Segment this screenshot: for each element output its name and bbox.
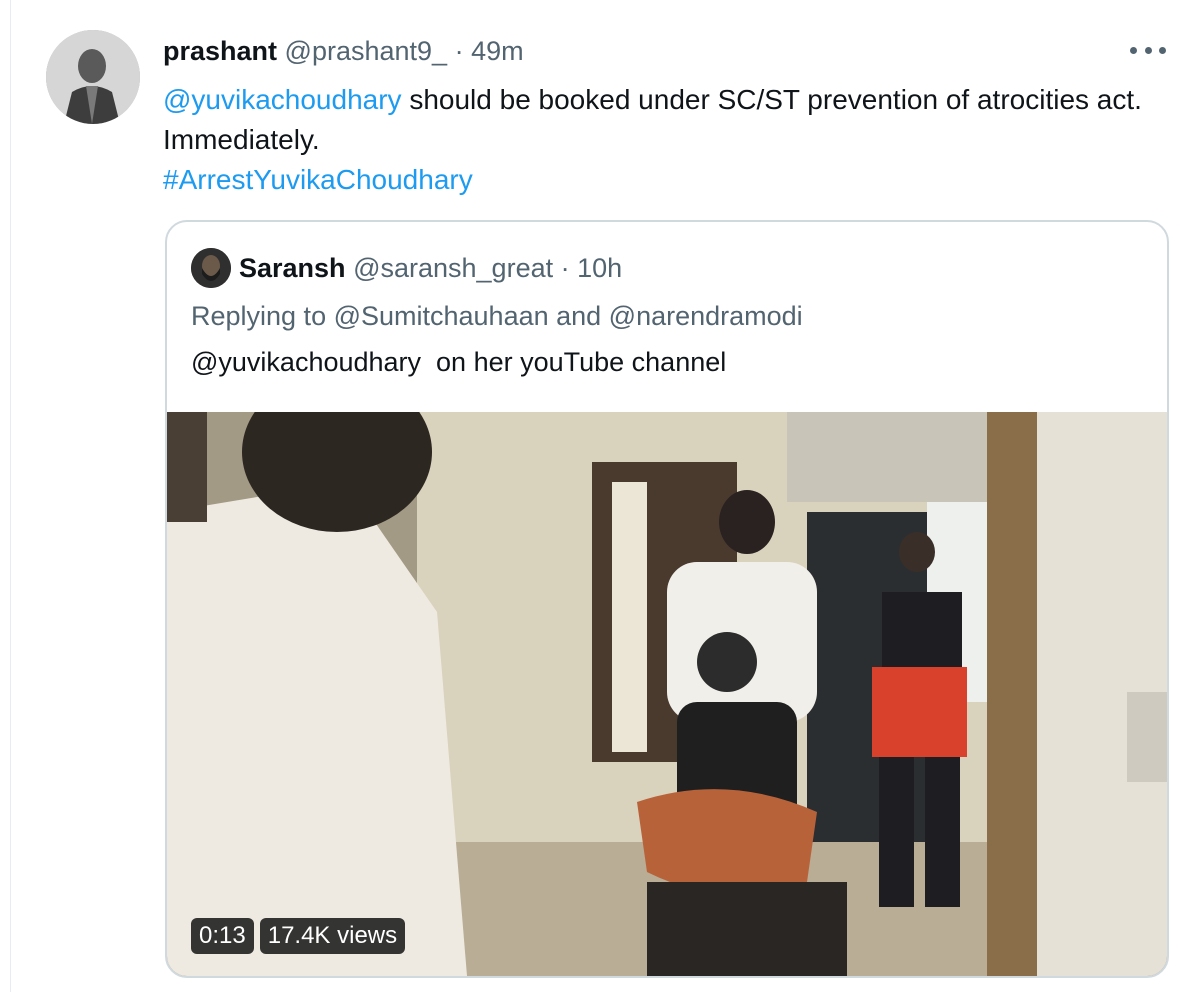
tweet-header: prashant @prashant9_ · 49m [163,30,524,72]
hashtag-link[interactable]: #ArrestYuvikaChoudhary [163,164,473,195]
video-duration-badge: 0:13 [191,918,254,954]
quoted-tweet-header: Saransh @saransh_great · 10h [239,246,622,290]
video-badges: 0:13 17.4K views [191,918,406,954]
author-avatar[interactable] [46,30,140,124]
quoted-tweet[interactable]: Saransh @saransh_great · 10h Replying to… [165,220,1169,978]
video-views-badge: 17.4K views [259,918,406,954]
more-horizontal-icon[interactable] [1130,38,1166,62]
tweet[interactable]: prashant @prashant9_ · 49m @yuvikachoudh… [0,0,1200,992]
mention-link[interactable]: @yuvikachoudhary [163,84,402,115]
quoted-author-name[interactable]: Saransh [239,253,346,283]
quoted-author-handle[interactable]: @saransh_great [353,253,553,283]
quoted-header-separator: · [560,253,570,283]
author-name[interactable]: prashant [163,36,277,66]
video-thumbnail [167,412,1167,976]
quoted-tweet-text: @yuvikachoudhary on her youTube channel [191,347,727,377]
quoted-author-avatar[interactable] [191,248,231,288]
tweet-timestamp[interactable]: 49m [471,36,524,66]
replying-to-line[interactable]: Replying to @Sumitchauhaan and @narendra… [191,296,803,336]
author-handle[interactable]: @prashant9_ [285,36,448,66]
quoted-tweet-timestamp[interactable]: 10h [577,253,622,283]
header-separator: · [454,36,464,66]
tweet-text: @yuvikachoudhary should be booked under … [163,80,1143,200]
video-player[interactable]: 0:13 17.4K views [167,412,1167,976]
